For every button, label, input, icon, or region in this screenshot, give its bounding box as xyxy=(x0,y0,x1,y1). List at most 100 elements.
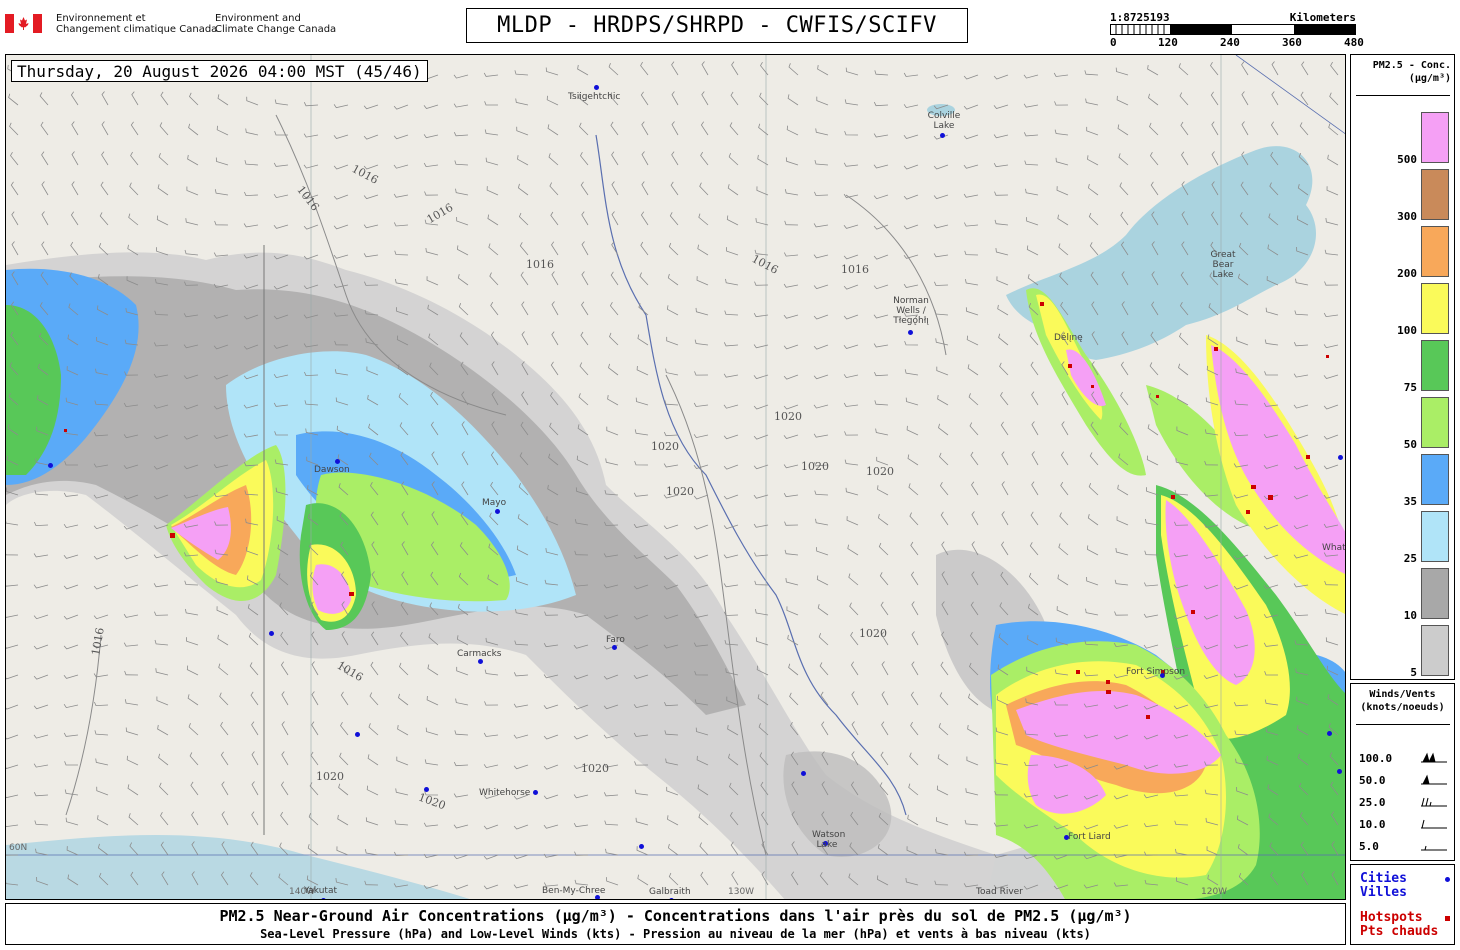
wind-barb-icon xyxy=(215,157,229,166)
wind-barb-icon xyxy=(214,189,229,196)
wind-barb-icon xyxy=(784,521,799,526)
wind-barb-icon xyxy=(453,854,469,860)
wind-barb-icon xyxy=(33,644,49,650)
wind-barb-icon xyxy=(843,193,859,198)
wind-barb-icon xyxy=(580,152,589,166)
wind-barb-icon xyxy=(1178,363,1189,376)
wind-barb-icon xyxy=(907,454,919,466)
wind-barb-icon xyxy=(184,249,199,256)
wind-barb-icon xyxy=(340,721,349,736)
scale-bar: 1:8725193 Kilometers 0 120 240 360 480 xyxy=(1110,11,1364,51)
wind-barb-icon xyxy=(1060,451,1069,466)
city-dot xyxy=(533,790,538,795)
wind-barb-icon xyxy=(456,666,469,676)
header: Environnement et Changement climatique Ca… xyxy=(0,0,1460,52)
wind-barb-icon xyxy=(63,644,79,650)
wind-barb-icon xyxy=(188,723,199,736)
place-deline: Délı̨nę xyxy=(1054,333,1083,343)
wind-barb-icon xyxy=(604,820,619,826)
wind-barb-icon xyxy=(698,213,709,226)
wind-barb-icon xyxy=(308,812,319,826)
wind-barb-icon xyxy=(1323,344,1339,349)
wind-barb-icon xyxy=(158,153,169,166)
wind-barb-icon xyxy=(426,695,439,706)
wind-barb-icon xyxy=(881,721,889,736)
pm25-swatch-25 xyxy=(1421,511,1449,562)
wind-barb-icon xyxy=(909,752,919,766)
wind-barb-icon xyxy=(513,672,529,677)
wind-barb-icon xyxy=(280,781,289,796)
wind-barb-icon xyxy=(546,95,559,106)
wind-legend: Winds/Vents (knots/noeuds) 100.0 50.0 25.… xyxy=(1350,683,1455,861)
wind-barb-icon xyxy=(1324,249,1339,256)
wind-barb-icon xyxy=(340,691,349,706)
wind-barb-icon xyxy=(548,153,559,166)
wind-barb-icon xyxy=(910,541,919,556)
wind-barb-icon xyxy=(1023,103,1039,108)
pm25-legend-title: PM2.5 - Conc. (µg/m³) xyxy=(1372,60,1451,84)
wind-barb-icon xyxy=(1120,211,1129,226)
wind-barb-icon xyxy=(394,250,409,256)
wind-barb-icon xyxy=(994,191,1009,196)
wind-barb-icon xyxy=(580,181,589,196)
wind-barb-icon xyxy=(189,752,199,766)
wind-barb-icon xyxy=(903,72,919,77)
wind-barb-icon xyxy=(157,184,169,196)
wind-barb-icon xyxy=(1237,305,1249,316)
wind-barb-icon xyxy=(393,193,409,198)
isobar-label: 1020 xyxy=(581,762,609,775)
wind-barb-icon xyxy=(573,794,589,799)
wind-barb-icon xyxy=(274,99,289,106)
map-panel[interactable]: 1016 1016 1016 1016 1016 1016 1016 1016 … xyxy=(5,54,1346,900)
city-dot xyxy=(269,631,274,636)
wind-barb-icon xyxy=(395,278,409,286)
wind-barb-icon xyxy=(1293,404,1309,409)
wind-barb-icon xyxy=(6,764,19,769)
wind-barb-icon xyxy=(127,784,139,796)
wind-barb-icon xyxy=(1211,121,1219,136)
wind-barb-icon xyxy=(876,456,889,466)
wind-barb-icon xyxy=(640,241,649,256)
wind-barb-icon xyxy=(1119,182,1129,196)
wind-barb-icon xyxy=(850,631,859,646)
wind-barb-icon xyxy=(41,241,49,256)
wind-barb-icon xyxy=(517,183,529,196)
wind-barb-icon xyxy=(1294,310,1309,316)
hotspot xyxy=(1146,715,1150,719)
wind-barb-icon xyxy=(723,434,739,440)
wind-barb-icon xyxy=(1264,371,1278,376)
wind-barb-icon xyxy=(695,307,709,316)
city-dot xyxy=(594,85,599,90)
wind-barb-icon xyxy=(551,241,559,256)
wind-barb-icon xyxy=(1059,512,1069,526)
wind-barb-icon xyxy=(395,788,409,796)
wind-barb-icon xyxy=(423,134,439,139)
wind-barb-icon xyxy=(788,63,799,76)
wind-barb-icon xyxy=(817,604,829,616)
wind-barb-icon xyxy=(1210,91,1219,106)
wind-barb-icon xyxy=(666,305,679,316)
scale-tick-480: 480 xyxy=(1344,36,1364,49)
wind-barb-icon xyxy=(191,811,199,826)
wind-barb-icon xyxy=(1116,95,1129,106)
wind-barb-icon xyxy=(611,211,619,226)
wind-barb-icon xyxy=(63,492,79,497)
wind-barb-icon xyxy=(1056,606,1069,616)
wind-barb-icon xyxy=(933,224,949,229)
wind-barb-icon xyxy=(1150,181,1159,196)
wind-barb-icon xyxy=(1117,124,1129,136)
wind-barb-icon xyxy=(513,884,529,889)
wind-barb-icon xyxy=(970,451,979,466)
wind-barb-icon xyxy=(365,817,379,826)
wind-barb-icon xyxy=(783,374,799,380)
wind-barb-icon xyxy=(93,554,109,560)
wind-barb-icon xyxy=(573,823,589,828)
wind-barb-icon xyxy=(934,309,949,316)
wind-barb-icon xyxy=(665,368,679,376)
wind-barb-icon xyxy=(455,188,469,196)
wind-barb-icon xyxy=(10,181,19,196)
wind-barb-icon xyxy=(94,730,109,736)
wind-barb-icon xyxy=(393,222,409,227)
wind-barb-icon xyxy=(130,121,139,136)
wind-barb-icon xyxy=(580,331,589,346)
